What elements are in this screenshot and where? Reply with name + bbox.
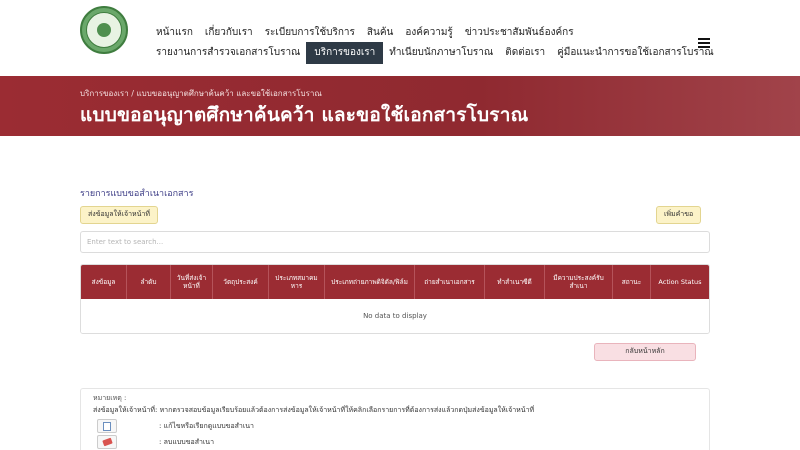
site-header: หน้าแรก เกี่ยวกับเรา ระเบียบการใช้บริการ…	[0, 0, 800, 76]
main-nav-row-1: หน้าแรก เกี่ยวกับเรา ระเบียบการใช้บริการ…	[150, 24, 580, 42]
nav-news[interactable]: ข่าวประชาสัมพันธ์องค์กร	[459, 24, 580, 42]
col-type[interactable]: ประเภทสมาคมหาร	[269, 265, 325, 299]
note-edit-row: : แก้ไขหรือเรียกดูแบบขอสำเนา	[97, 419, 254, 433]
col-receive-copy[interactable]: มีความประสงค์รับสำเนา	[545, 265, 613, 299]
national-library-logo[interactable]	[80, 6, 128, 54]
send-to-staff-button[interactable]: ส่งข้อมูลให้เจ้าหน้าที่	[80, 206, 158, 224]
add-request-button[interactable]: เพิ่มคำขอ	[656, 206, 702, 224]
nav-manual[interactable]: คู่มือแนะนำการขอใช้เอกสารโบราณ	[551, 44, 720, 64]
breadcrumb[interactable]: บริการของเรา / แบบขออนุญาตศึกษาค้นคว้า แ…	[80, 87, 322, 100]
nav-home[interactable]: หน้าแรก	[150, 24, 199, 42]
col-copy-cd[interactable]: ทำสำเนาซีดี	[485, 265, 545, 299]
page-banner: บริการของเรา / แบบขออนุญาตศึกษาค้นคว้า แ…	[0, 76, 800, 136]
notes-panel: หมายเหตุ : ส่งข้อมูลให้เจ้าหน้าที่: หากต…	[80, 388, 710, 450]
section-title: รายการแบบขอสำเนาเอกสาร	[80, 189, 194, 199]
nav-survey-report[interactable]: รายงานการสำรวจเอกสารโบราณ	[150, 44, 306, 64]
hamburger-menu-icon[interactable]	[698, 38, 710, 48]
col-purpose[interactable]: วัตถุประสงค์	[213, 265, 269, 299]
back-to-home-button[interactable]: กลับหน้าหลัก	[594, 343, 696, 361]
nav-about[interactable]: เกี่ยวกับเรา	[199, 24, 259, 42]
note-edit-label: : แก้ไขหรือเรียกดูแบบขอสำเนา	[159, 421, 254, 430]
edit-document-icon	[97, 419, 117, 433]
nav-contact[interactable]: ติดต่อเรา	[499, 44, 551, 64]
table-empty-row: No data to display	[81, 299, 709, 333]
col-digital-photo[interactable]: ประเภทถ่ายภาพดิจิตัล/ฟิล์ม	[325, 265, 415, 299]
col-action-status[interactable]: Action Status	[651, 265, 709, 299]
page-title: แบบขออนุญาตศึกษาค้นคว้า และขอใช้เอกสารโบ…	[80, 104, 529, 126]
note-delete-row: : ลบแบบขอสำเนา	[97, 435, 214, 449]
eraser-icon	[97, 435, 117, 449]
search-input[interactable]	[80, 231, 710, 253]
requests-table: ส่งข้อมูล ลำดับ วันที่ส่งเจ้าหน้าที่ วัต…	[80, 264, 710, 334]
col-status[interactable]: สถานะ	[613, 265, 651, 299]
nav-knowledge[interactable]: องค์ความรู้	[399, 24, 458, 42]
col-order[interactable]: ลำดับ	[127, 265, 171, 299]
notes-text: ส่งข้อมูลให้เจ้าหน้าที่: หากตรวจสอบข้อมู…	[93, 406, 535, 414]
nav-our-services[interactable]: บริการของเรา	[306, 42, 384, 64]
main-nav-row-2: รายงานการสำรวจเอกสารโบราณ บริการของเรา ท…	[150, 42, 720, 64]
col-sent-date[interactable]: วันที่ส่งเจ้าหน้าที่	[171, 265, 213, 299]
notes-title: หมายเหตุ :	[93, 394, 127, 402]
col-copy-document[interactable]: ถ่ายสำเนาเอกสาร	[415, 265, 485, 299]
table-header: ส่งข้อมูล ลำดับ วันที่ส่งเจ้าหน้าที่ วัต…	[81, 265, 709, 299]
nav-search[interactable]: สินค้น	[361, 24, 399, 42]
nav-service-rules[interactable]: ระเบียบการใช้บริการ	[259, 24, 361, 42]
col-send[interactable]: ส่งข้อมูล	[81, 265, 127, 299]
note-delete-label: : ลบแบบขอสำเนา	[159, 437, 215, 446]
national-library-seal-icon	[86, 12, 122, 48]
nav-scholars-directory[interactable]: ทำเนียบนักภาษาโบราณ	[383, 44, 499, 64]
